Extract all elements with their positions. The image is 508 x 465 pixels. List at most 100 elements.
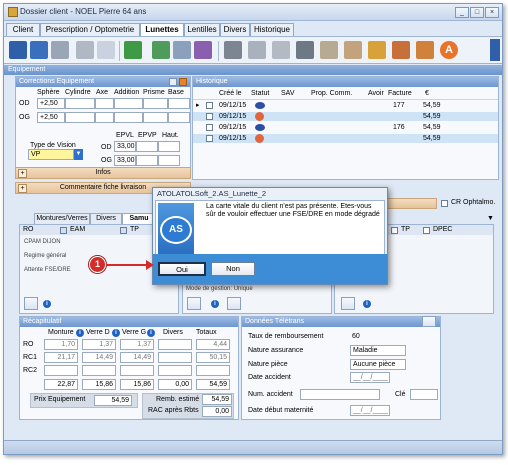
tab-historique[interactable]: Historique: [250, 23, 294, 36]
row-amount: 54,59: [423, 124, 441, 131]
chevron-down-icon[interactable]: ▼: [487, 215, 494, 222]
pin-icon[interactable]: [169, 78, 177, 86]
copy-icon[interactable]: [97, 41, 115, 59]
document-icon[interactable]: [152, 41, 170, 59]
row-checkbox[interactable]: [206, 102, 213, 109]
attente-text: Attente FSE/DRE: [24, 267, 71, 273]
table-row[interactable]: 09/12/15 54,59: [193, 112, 498, 121]
og-epvp-field[interactable]: [136, 155, 158, 166]
info-icon[interactable]: i: [112, 329, 120, 337]
info-icon[interactable]: i: [76, 329, 84, 337]
od-haut-field[interactable]: [158, 141, 180, 152]
save-icon[interactable]: [9, 41, 27, 59]
eam-checkbox[interactable]: [60, 227, 67, 234]
tool-icon[interactable]: [341, 297, 355, 310]
cr-ophtalmo-checkbox[interactable]: [441, 200, 448, 207]
tab-client[interactable]: Client: [6, 23, 40, 36]
subtab-montures-verres[interactable]: Montures/Verres: [34, 213, 90, 224]
tab-divers[interactable]: Divers: [220, 23, 250, 36]
num-accident-field[interactable]: [300, 389, 380, 400]
recap-title: Récapitulatif: [20, 317, 238, 327]
card-icon[interactable]: [194, 41, 212, 59]
app-icon: [8, 7, 18, 17]
od-epvp-field[interactable]: [136, 141, 158, 152]
barcode-icon[interactable]: [272, 41, 290, 59]
od-sphere-field[interactable]: +2,50: [37, 98, 65, 109]
dpec-checkbox[interactable]: [423, 227, 430, 234]
subtab-samu[interactable]: Samu: [122, 213, 156, 224]
tool-icon[interactable]: [24, 297, 38, 310]
og-prisme-field[interactable]: [143, 112, 168, 123]
save-print-icon[interactable]: [30, 41, 48, 59]
od-axe-field[interactable]: [95, 98, 114, 109]
od-prisme-field[interactable]: [143, 98, 168, 109]
infos-bar[interactable]: + Infos: [15, 167, 191, 179]
money-icon[interactable]: [124, 41, 142, 59]
chevron-down-icon[interactable]: ▼: [74, 149, 83, 160]
table-row[interactable]: 09/12/15 54,59: [193, 134, 498, 143]
og-haut-field[interactable]: [158, 155, 180, 166]
confirm-dialog: ATOLATOLSoft_2.AS_Lunette_2 AS La carte …: [152, 187, 388, 285]
row-checkbox[interactable]: [206, 113, 213, 120]
od-cylindre-field[interactable]: [65, 98, 95, 109]
col-divers: Divers: [163, 329, 183, 336]
nature-assurance-field[interactable]: Maladie: [350, 345, 406, 356]
tab-lentilles[interactable]: Lentilles: [184, 23, 220, 36]
info-icon[interactable]: i: [363, 300, 371, 308]
non-button[interactable]: Non: [211, 262, 255, 276]
frame-icon[interactable]: [248, 41, 266, 59]
od-epvl-field[interactable]: 33,00: [114, 141, 136, 152]
collapse-icon[interactable]: [179, 78, 187, 86]
og-epvl-field[interactable]: 33,00: [114, 155, 136, 166]
expand-icon[interactable]: +: [18, 184, 27, 193]
bag-icon[interactable]: [320, 41, 338, 59]
subtab-divers[interactable]: Divers: [90, 213, 122, 224]
print-color-icon[interactable]: [392, 41, 410, 59]
box-icon[interactable]: [296, 41, 314, 59]
maximize-button[interactable]: □: [470, 7, 484, 18]
toolbar-scroll-icon[interactable]: [490, 39, 500, 61]
row-checkbox[interactable]: [206, 124, 213, 131]
og-sphere-field[interactable]: +2,50: [37, 112, 65, 123]
date-maternite-field[interactable]: __/__/____: [350, 405, 390, 416]
gear-icon[interactable]: [416, 41, 434, 59]
nature-piece-field[interactable]: Aucune pièce: [350, 359, 406, 370]
od-addition-field[interactable]: [114, 98, 143, 109]
og-addition-field[interactable]: [114, 112, 143, 123]
tool-icon[interactable]: [422, 316, 436, 327]
info-icon[interactable]: i: [147, 329, 155, 337]
date-accident-field[interactable]: __/__/____: [350, 372, 390, 383]
delete-icon[interactable]: [76, 41, 94, 59]
expand-icon[interactable]: +: [18, 169, 27, 178]
camera-icon[interactable]: [224, 41, 242, 59]
close-button[interactable]: ×: [485, 7, 499, 18]
og-cylindre-field[interactable]: [65, 112, 95, 123]
row-checkbox[interactable]: [206, 135, 213, 142]
tool-icon[interactable]: [227, 297, 241, 310]
od-base-field[interactable]: [168, 98, 190, 109]
oui-button[interactable]: Oui: [158, 262, 206, 276]
table-row[interactable]: 09/12/15 176 54,59: [193, 123, 498, 132]
info-icon[interactable]: i: [43, 300, 51, 308]
label-icon[interactable]: [344, 41, 362, 59]
tab-prescription[interactable]: Prescription / Optometrie: [40, 23, 140, 36]
alert-icon[interactable]: A: [440, 41, 458, 59]
tool-icon[interactable]: [187, 297, 201, 310]
tp-checkbox[interactable]: [120, 227, 127, 234]
print-icon[interactable]: [51, 41, 69, 59]
minimize-button[interactable]: _: [455, 7, 469, 18]
og-base-field[interactable]: [168, 112, 190, 123]
users-icon[interactable]: [173, 41, 191, 59]
col-euro: €: [425, 90, 429, 97]
tab-lunettes[interactable]: Lunettes: [140, 23, 184, 37]
total-divers: 0,00: [158, 379, 192, 390]
table-row[interactable]: ▸ 09/12/15 177 54,59: [193, 101, 498, 110]
vision-type-select[interactable]: VP: [28, 149, 74, 160]
pencil-icon[interactable]: [368, 41, 386, 59]
section-title: Equipement: [4, 65, 502, 75]
tp2-checkbox[interactable]: [391, 227, 398, 234]
od-label: OD: [19, 100, 30, 107]
info-icon[interactable]: i: [211, 300, 219, 308]
cle-field[interactable]: [410, 389, 438, 400]
og-axe-field[interactable]: [95, 112, 114, 123]
